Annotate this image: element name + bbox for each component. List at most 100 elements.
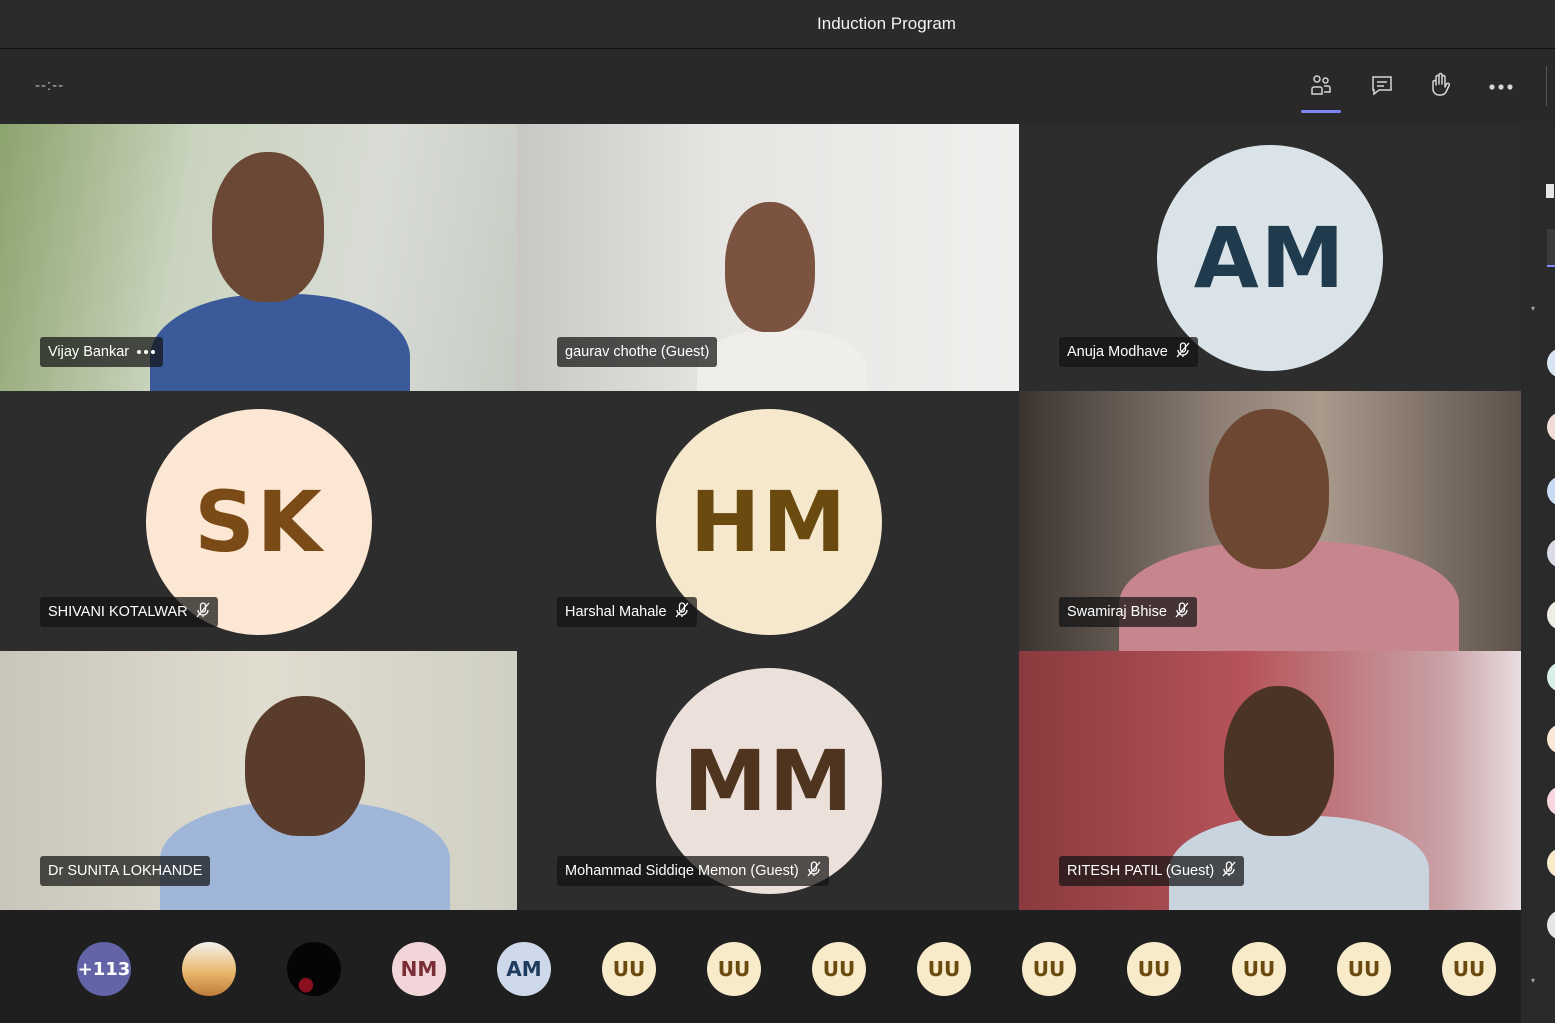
- panel-participant-avatar[interactable]: [1547, 412, 1555, 442]
- panel-participant-avatar[interactable]: [1547, 538, 1555, 568]
- avatar-initials: UU: [1032, 957, 1066, 981]
- panel-participant-avatar[interactable]: [1547, 662, 1555, 692]
- avatar-initials: UU: [1242, 957, 1276, 981]
- participant-tile[interactable]: Vijay Bankar: [0, 124, 517, 391]
- participant-name-badge: Swamiraj Bhise: [1059, 597, 1197, 627]
- participant-tile[interactable]: AM Anuja Modhave: [1019, 124, 1521, 391]
- participant-avatar-chip[interactable]: UU: [1022, 942, 1076, 996]
- panel-participant-avatar[interactable]: [1547, 786, 1555, 816]
- participant-video-face: [1209, 409, 1329, 569]
- participant-name: Anuja Modhave: [1067, 344, 1168, 360]
- mic-off-icon: [1222, 861, 1236, 881]
- participants-panel: ▾ ▾: [1521, 124, 1555, 1023]
- mic-off-icon: [807, 861, 821, 881]
- participant-photo-avatar[interactable]: [287, 942, 341, 996]
- participant-avatar-chip[interactable]: NM: [392, 942, 446, 996]
- participant-avatar-chip[interactable]: UU: [1127, 942, 1181, 996]
- participant-initials: AM: [1193, 209, 1347, 307]
- avatar-initials: UU: [1347, 957, 1381, 981]
- participant-tile[interactable]: SK SHIVANI KOTALWAR: [0, 391, 517, 651]
- participant-name: gaurav chothe (Guest): [565, 344, 710, 360]
- more-options-icon[interactable]: [137, 350, 156, 354]
- participant-avatar-chip[interactable]: UU: [917, 942, 971, 996]
- participant-name-badge: Anuja Modhave: [1059, 337, 1198, 367]
- raise-hand-icon: [1428, 72, 1452, 103]
- mic-off-icon: [1176, 342, 1190, 362]
- participant-video-face: [212, 152, 324, 302]
- participant-name: RITESH PATIL (Guest): [1067, 863, 1215, 879]
- participant-name: Swamiraj Bhise: [1067, 604, 1167, 620]
- participant-photo-avatar[interactable]: [182, 942, 236, 996]
- overflow-participants-strip: +113 NM AM UU UU UU UU UU UU UU UU UU: [0, 910, 1521, 1023]
- participant-avatar-chip[interactable]: UU: [707, 942, 761, 996]
- panel-participant-avatar[interactable]: [1547, 476, 1555, 506]
- participant-initials: HM: [690, 473, 848, 571]
- participant-name-badge: RITESH PATIL (Guest): [1059, 856, 1245, 886]
- avatar-initials: UU: [612, 957, 646, 981]
- participant-video-face: [1224, 686, 1334, 836]
- participant-name-badge: gaurav chothe (Guest): [557, 337, 718, 367]
- participant-tile[interactable]: RITESH PATIL (Guest): [1019, 651, 1521, 910]
- panel-participant-avatar[interactable]: [1547, 600, 1555, 630]
- participant-name-badge: SHIVANI KOTALWAR: [40, 597, 218, 627]
- people-icon: [1309, 73, 1333, 102]
- mic-off-icon: [1175, 602, 1189, 622]
- participant-tile[interactable]: gaurav chothe (Guest): [517, 124, 1019, 391]
- raise-hand-button[interactable]: [1422, 71, 1458, 103]
- avatar-initials: UU: [717, 957, 751, 981]
- participant-video-face: [245, 696, 365, 836]
- avatar-initials: AM: [506, 957, 542, 981]
- participant-video-body: [697, 329, 867, 391]
- panel-search-input[interactable]: [1547, 229, 1555, 267]
- mic-off-icon: [675, 602, 689, 622]
- participant-avatar-chip[interactable]: UU: [812, 942, 866, 996]
- avatar-initials: UU: [822, 957, 856, 981]
- participant-name: SHIVANI KOTALWAR: [48, 604, 188, 620]
- participant-name: Harshal Mahale: [565, 604, 667, 620]
- participant-name: Dr SUNITA LOKHANDE: [48, 863, 203, 879]
- collapse-chevron-icon[interactable]: ▾: [1531, 304, 1535, 313]
- participant-tile[interactable]: Swamiraj Bhise: [1019, 391, 1521, 651]
- video-grid: Vijay Bankar gaurav chothe (Guest) AM An…: [0, 124, 1521, 910]
- avatar-initials: UU: [927, 957, 961, 981]
- avatar-initials: UU: [1137, 957, 1171, 981]
- participant-initials: MM: [683, 732, 855, 830]
- avatar-initials: UU: [1452, 957, 1486, 981]
- title-bar: Induction Program: [0, 0, 1555, 49]
- more-actions-button[interactable]: [1483, 71, 1519, 103]
- participant-initials: SK: [194, 473, 324, 571]
- more-icon: [1488, 78, 1514, 96]
- participant-avatar-chip[interactable]: UU: [602, 942, 656, 996]
- participant-avatar-chip[interactable]: UU: [1232, 942, 1286, 996]
- show-chat-button[interactable]: [1364, 71, 1400, 103]
- more-participants-count[interactable]: +113: [77, 942, 131, 996]
- participant-tile[interactable]: Dr SUNITA LOKHANDE: [0, 651, 517, 910]
- participant-video-body: [150, 294, 410, 391]
- participant-name-badge: Dr SUNITA LOKHANDE: [40, 856, 211, 886]
- participant-avatar-chip[interactable]: UU: [1442, 942, 1496, 996]
- participant-avatar-chip[interactable]: AM: [497, 942, 551, 996]
- meeting-timer: --:--: [35, 77, 65, 94]
- participant-tile[interactable]: HM Harshal Mahale: [517, 391, 1019, 651]
- show-participants-button[interactable]: [1301, 71, 1341, 113]
- panel-participant-avatar[interactable]: [1547, 724, 1555, 754]
- meeting-title: Induction Program: [817, 14, 956, 33]
- more-participants-label: +113: [77, 958, 131, 980]
- panel-participant-avatar[interactable]: [1547, 848, 1555, 878]
- meeting-toolbar: --:--: [0, 49, 1555, 124]
- participant-video-face: [725, 202, 815, 332]
- avatar-initials: NM: [400, 957, 438, 981]
- participant-tile[interactable]: MM Mohammad Siddiqe Memon (Guest): [517, 651, 1019, 910]
- chat-icon: [1370, 73, 1394, 102]
- participant-name: Vijay Bankar: [48, 344, 130, 360]
- participant-avatar-chip[interactable]: UU: [1337, 942, 1391, 996]
- participant-name: Mohammad Siddiqe Memon (Guest): [565, 863, 799, 879]
- participant-name-badge: Vijay Bankar: [40, 337, 164, 367]
- toolbar-divider: [1546, 66, 1547, 106]
- collapse-chevron-icon[interactable]: ▾: [1531, 976, 1535, 985]
- mic-off-icon: [196, 602, 210, 622]
- participant-name-badge: Mohammad Siddiqe Memon (Guest): [557, 856, 829, 886]
- participant-name-badge: Harshal Mahale: [557, 597, 697, 627]
- panel-participant-avatar[interactable]: [1547, 348, 1555, 378]
- panel-participant-avatar[interactable]: [1547, 910, 1555, 940]
